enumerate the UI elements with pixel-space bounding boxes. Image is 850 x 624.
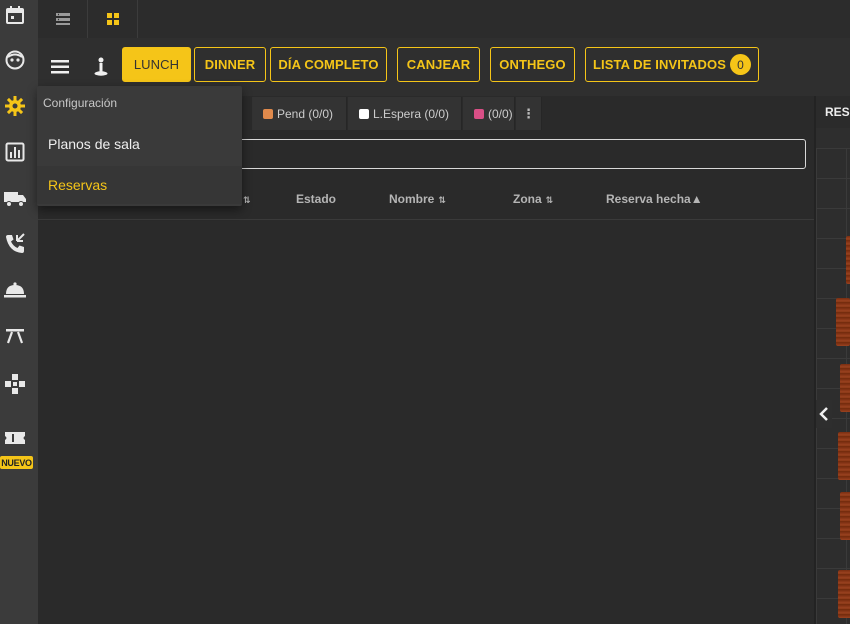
phone-icon[interactable] xyxy=(0,229,30,259)
service-lunch-button[interactable]: LUNCH xyxy=(122,47,191,82)
ticket-icon[interactable] xyxy=(0,423,30,453)
sort-icon: ⇅ xyxy=(438,195,446,205)
onthego-button[interactable]: ONTHEGO xyxy=(490,47,575,82)
floor-table[interactable] xyxy=(838,570,850,618)
floor-table[interactable] xyxy=(840,364,850,412)
main-sidebar: NUEVO xyxy=(0,0,38,624)
sort-icon: ⇅ xyxy=(545,195,554,205)
filter-other-label: (0/0) xyxy=(488,106,513,121)
floor-table[interactable] xyxy=(838,432,850,480)
chart-icon[interactable] xyxy=(0,137,30,167)
gamepad-icon[interactable] xyxy=(0,369,30,399)
pending-color-swatch xyxy=(263,108,273,119)
floor-plan-panel: RES xyxy=(816,96,850,624)
list-view-icon xyxy=(55,13,70,25)
more-filters-button[interactable]: ⋮ xyxy=(516,97,542,130)
redeem-button[interactable]: CANJEAR xyxy=(397,47,480,82)
grid-view-tab[interactable] xyxy=(88,0,138,38)
collapse-panel-button[interactable] xyxy=(816,400,832,428)
col-reserva-hecha[interactable]: Reserva hecha▲ xyxy=(606,192,703,206)
menu-item-floor-plans[interactable]: Planos de sala xyxy=(37,125,242,163)
list-view-tab[interactable] xyxy=(38,0,88,38)
service-full-day-button[interactable]: DÍA COMPLETO xyxy=(270,47,387,82)
floor-plan-panel-title: RES xyxy=(816,96,850,128)
truck-icon[interactable] xyxy=(0,183,30,213)
service-dinner-button[interactable]: DINNER xyxy=(194,47,266,82)
col-reserva-hecha-label: Reserva hecha xyxy=(606,192,691,206)
grid-view-icon xyxy=(106,13,119,25)
col-nombre-label: Nombre xyxy=(389,192,435,206)
filter-waitlist-label: L.Espera (0/0) xyxy=(373,106,450,121)
other-color-swatch xyxy=(474,108,484,119)
cloche-icon[interactable] xyxy=(0,275,30,305)
menu-item-reservations[interactable]: Reservas xyxy=(37,166,242,204)
pi-table-icon[interactable] xyxy=(0,321,30,351)
sort-asc-icon: ▲ xyxy=(690,192,703,206)
guest-list-label: LISTA DE INVITADOS xyxy=(592,57,726,72)
guest-list-count-badge: 0 xyxy=(730,54,751,75)
host-icon[interactable] xyxy=(88,54,114,80)
col-estado[interactable]: Estado xyxy=(296,192,336,206)
waitlist-color-swatch xyxy=(359,108,369,119)
filter-other[interactable]: (0/0) xyxy=(463,97,515,130)
filter-pending-label: Pend (0/0) xyxy=(277,106,334,121)
filter-waitlist[interactable]: L.Espera (0/0) xyxy=(348,97,462,130)
guest-face-icon[interactable] xyxy=(0,45,30,75)
calendar-icon[interactable] xyxy=(0,0,30,30)
floor-table[interactable] xyxy=(836,298,850,346)
col-nombre[interactable]: Nombre ⇅ xyxy=(389,192,446,206)
guest-list-button[interactable]: LISTA DE INVITADOS 0 xyxy=(585,47,759,82)
col-zona[interactable]: Zona ⇅ xyxy=(513,192,553,206)
col-zona-label: Zona xyxy=(513,192,542,206)
configuration-menu: Configuración Planos de sala Reservas xyxy=(37,86,242,206)
filter-pending[interactable]: Pend (0/0) xyxy=(252,97,347,130)
floor-table[interactable] xyxy=(840,492,850,540)
chevron-left-icon xyxy=(819,407,828,421)
menu-icon[interactable] xyxy=(47,54,73,80)
top-strip xyxy=(38,0,850,38)
floor-table[interactable] xyxy=(846,236,850,284)
configuration-menu-title: Configuración xyxy=(43,96,118,110)
new-badge: NUEVO xyxy=(0,456,33,469)
gear-icon[interactable] xyxy=(0,91,30,121)
